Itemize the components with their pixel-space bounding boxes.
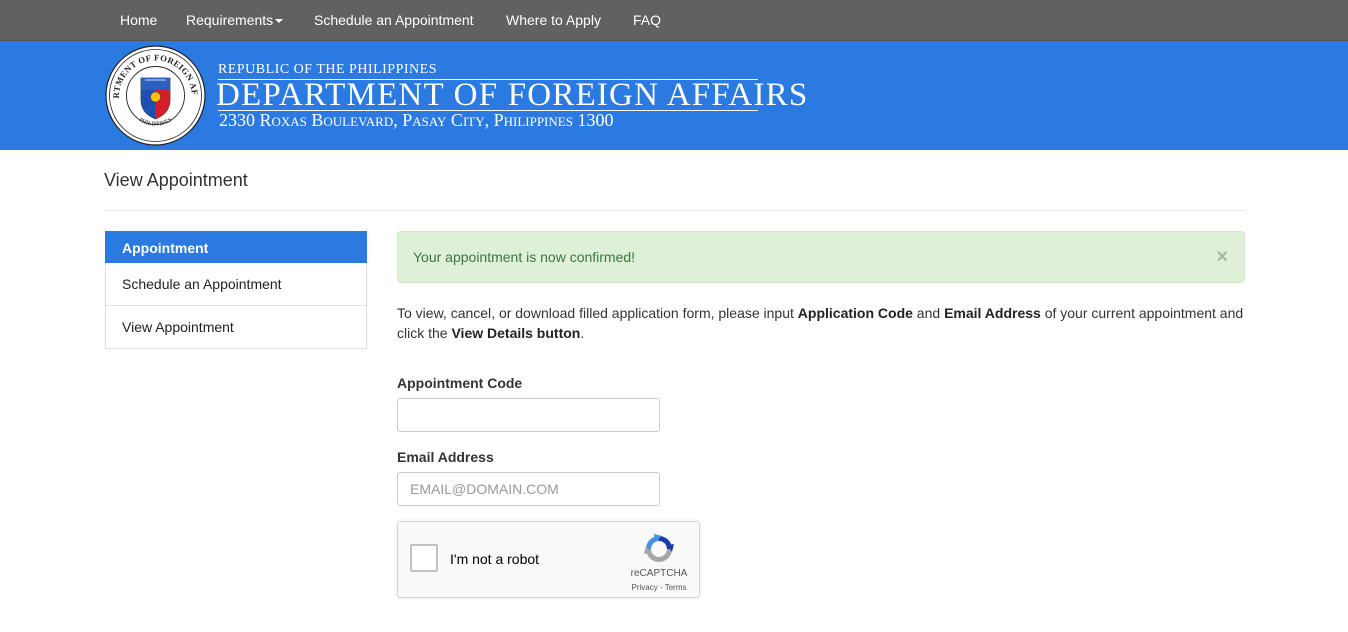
top-navbar: Home Requirements Schedule an Appointmen… (0, 0, 1348, 41)
page-divider (104, 210, 1245, 211)
instructions-part1: To view, cancel, or download filled appl… (397, 305, 798, 321)
dfa-seal-logo: DEPARTMENT OF FOREIGN AFFAIRS PHILIPPINE… (105, 45, 206, 146)
recaptcha-widget: I'm not a robot reCAPTCHA Privacy - Term… (397, 521, 700, 598)
nav-home[interactable]: Home (120, 0, 157, 40)
header-banner: DEPARTMENT OF FOREIGN AFFAIRS PHILIPPINE… (0, 41, 1348, 150)
nav-where-to-apply[interactable]: Where to Apply (506, 0, 601, 40)
nav-requirements-label: Requirements (186, 12, 274, 28)
header-republic-text: REPUBLIC OF THE PHILIPPINES (218, 62, 437, 77)
nav-requirements[interactable]: Requirements (186, 0, 284, 40)
header-department-title: DEPARTMENT OF FOREIGN AFFAIRS (216, 77, 809, 113)
page-title: View Appointment (104, 170, 248, 190)
instructions-part2: and (912, 305, 945, 321)
recaptcha-terms-link[interactable]: Privacy - Terms (619, 583, 699, 592)
recaptcha-brand: reCAPTCHA (630, 568, 688, 579)
success-alert: Your appointment is now confirmed! × (397, 231, 1245, 283)
instructions-bold-application-code: Application Code (797, 305, 913, 321)
instructions-bold-email-address: Email Address (944, 305, 1041, 321)
instructions-bold-view-details: View Details button (451, 325, 581, 341)
sidebar-item-schedule-appointment[interactable]: Schedule an Appointment (105, 263, 367, 306)
sidebar-item-view-appointment[interactable]: View Appointment (105, 306, 367, 349)
instructions-part4: . (580, 325, 585, 341)
recaptcha-checkbox[interactable] (410, 544, 438, 572)
close-icon[interactable]: × (1216, 232, 1228, 282)
nav-faq[interactable]: FAQ (633, 0, 661, 40)
email-address-input[interactable] (397, 472, 660, 506)
sidebar-heading: Appointment (105, 231, 367, 263)
recaptcha-label: I'm not a robot (450, 551, 540, 567)
email-address-label: Email Address (397, 449, 494, 465)
nav-schedule-appointment[interactable]: Schedule an Appointment (314, 0, 474, 40)
caret-down-icon (275, 19, 284, 24)
appointment-code-input[interactable] (397, 398, 660, 432)
instructions-text: To view, cancel, or download filled appl… (397, 303, 1247, 343)
sidebar: Appointment Schedule an Appointment View… (105, 231, 367, 349)
recaptcha-icon (644, 534, 674, 562)
appointment-code-label: Appointment Code (397, 375, 523, 391)
header-address: 2330 Roxas Boulevard, Pasay City, Philip… (219, 110, 614, 130)
alert-message: Your appointment is now confirmed! (413, 249, 636, 265)
